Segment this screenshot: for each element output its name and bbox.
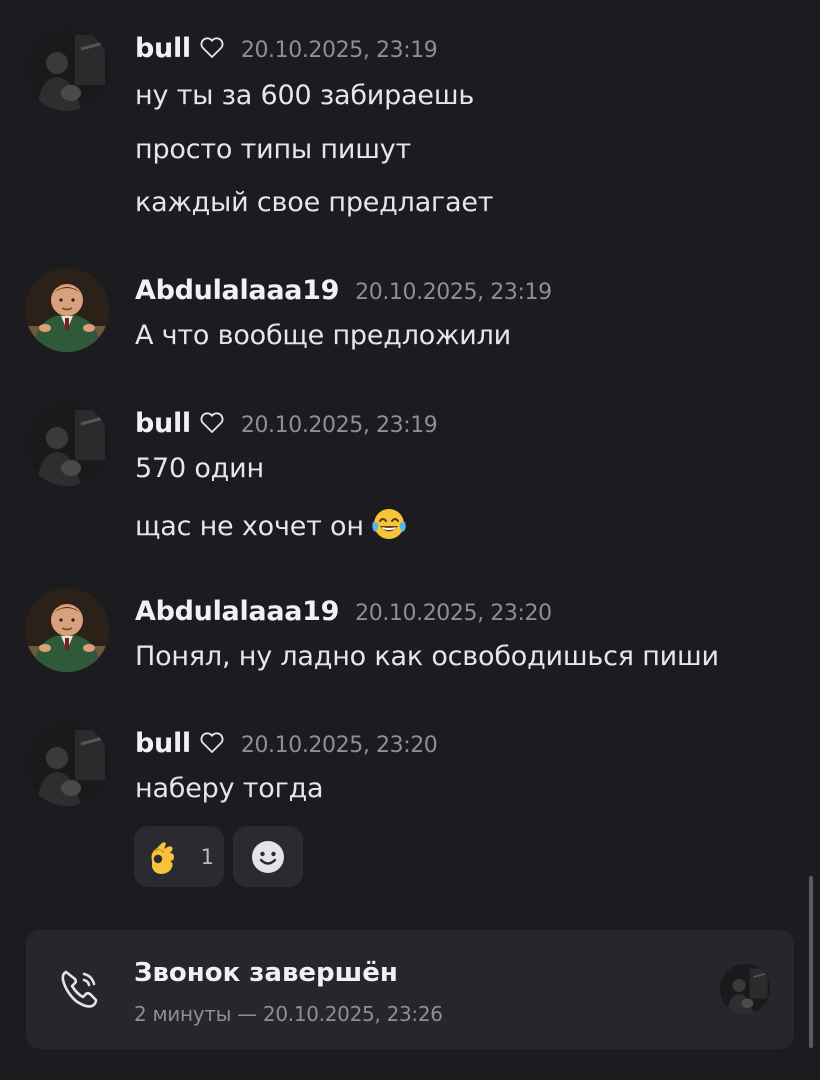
message-text[interactable]: наберу тогда	[135, 773, 324, 804]
username[interactable]: bull	[135, 408, 191, 439]
message-header: bull 20.10.2025, 23:19	[135, 408, 438, 439]
chat-log: bull 20.10.2025, 23:19 ну ты за 600 заби…	[0, 0, 820, 1080]
message-text[interactable]: 570 один	[135, 453, 264, 484]
reaction-count: 1	[200, 844, 214, 869]
message-text[interactable]: каждый свое предлагает	[135, 187, 494, 218]
message-header: Abdulalaaa19 20.10.2025, 23:20	[135, 596, 552, 627]
heart-icon	[199, 411, 225, 435]
avatar-abdulalaaa19[interactable]	[25, 268, 109, 352]
avatar-abdulalaaa19[interactable]	[25, 588, 109, 672]
phone-call-icon	[61, 970, 98, 1008]
call-subtitle: 2 минуты — 20.10.2025, 23:26	[134, 1002, 443, 1026]
avatar-bull[interactable]	[720, 964, 770, 1014]
message-text[interactable]: Понял, ну ладно как освободишься пиши	[135, 641, 719, 672]
message-text[interactable]: просто типы пишут	[135, 134, 411, 165]
username[interactable]: Abdulalaaa19	[135, 275, 339, 306]
username[interactable]: bull	[135, 33, 191, 64]
reactions-bar: 1	[134, 826, 303, 887]
message-header: bull 20.10.2025, 23:20	[135, 728, 438, 759]
timestamp: 20.10.2025, 23:20	[355, 601, 552, 626]
add-reaction-button[interactable]	[233, 826, 303, 887]
ok-hand-emoji-icon	[151, 841, 174, 874]
message-header: bull 20.10.2025, 23:19	[135, 33, 438, 64]
username[interactable]: bull	[135, 728, 191, 759]
timestamp: 20.10.2025, 23:19	[355, 280, 552, 305]
reaction-ok-hand[interactable]: 1	[134, 826, 224, 887]
tears-of-joy-emoji-icon	[370, 505, 408, 543]
username[interactable]: Abdulalaaa19	[135, 596, 339, 627]
avatar-bull[interactable]	[25, 402, 109, 486]
scrollbar[interactable]	[809, 876, 813, 1048]
call-title: Звонок завершён	[134, 958, 398, 988]
avatar-bull[interactable]	[25, 27, 109, 111]
message-text-content: щас не хочет он	[135, 511, 364, 542]
timestamp: 20.10.2025, 23:19	[240, 413, 438, 438]
message-header: Abdulalaaa19 20.10.2025, 23:19	[135, 275, 552, 306]
heart-icon	[199, 36, 225, 60]
message-text[interactable]: ну ты за 600 забираешь	[135, 80, 474, 111]
message-text[interactable]: щас не хочет он	[135, 505, 408, 543]
avatar-bull[interactable]	[25, 722, 109, 806]
timestamp: 20.10.2025, 23:20	[240, 733, 438, 758]
heart-icon	[199, 731, 225, 755]
message-text[interactable]: А что вообще предложили	[135, 320, 511, 351]
timestamp: 20.10.2025, 23:19	[240, 38, 438, 63]
smile-icon	[252, 840, 284, 873]
call-ended-card[interactable]: Звонок завершён 2 минуты — 20.10.2025, 2…	[26, 930, 794, 1049]
